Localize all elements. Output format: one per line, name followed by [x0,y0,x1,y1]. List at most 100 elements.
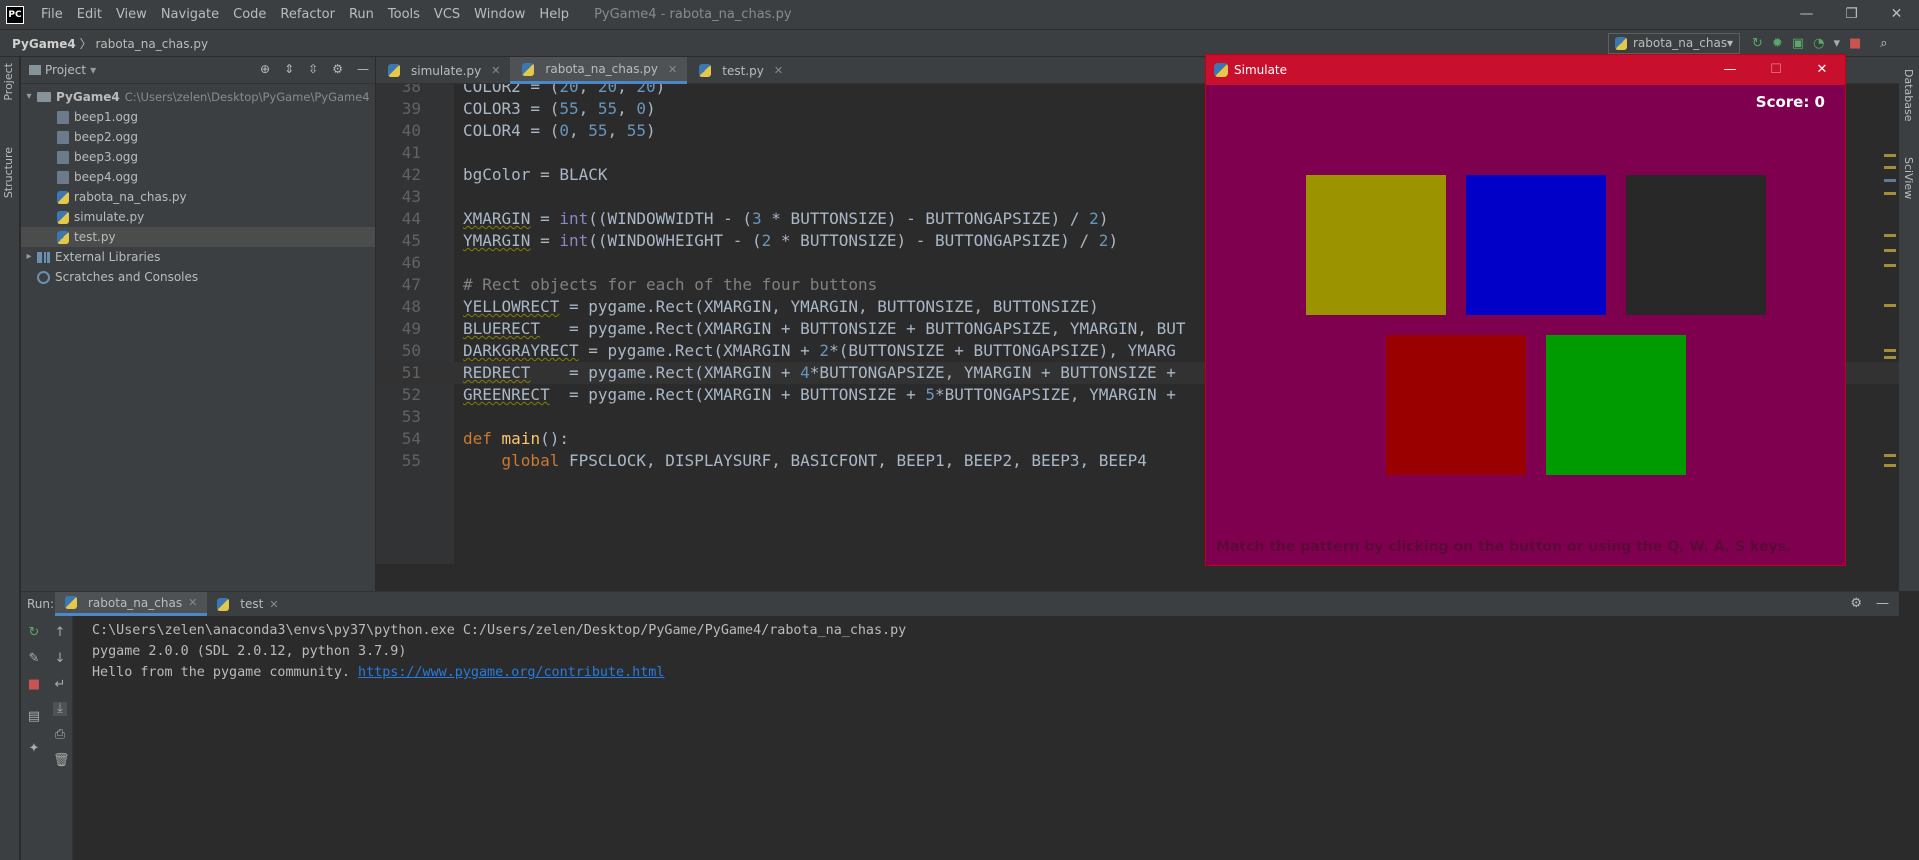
blue-game-button[interactable] [1466,175,1606,315]
external-libraries-label: External Libraries [55,250,161,264]
minimize-button[interactable]: — [1784,0,1829,29]
project-panel: Project ▾ ⊕ ⇕ ⇳ ⚙ — ▾ PyGame4 C:\Users\z… [21,57,375,591]
menu-edit[interactable]: Edit [70,0,109,29]
yellow-game-button[interactable] [1306,175,1446,315]
code-text: def main(): [463,429,569,448]
project-tool-tab[interactable]: Project [2,63,15,101]
tree-root[interactable]: ▾ PyGame4 C:\Users\zelen\Desktop\PyGame\… [21,87,375,107]
line-number: 53 [401,407,421,426]
run-tab[interactable]: rabota_na_chas ✕ [55,592,208,616]
tree-external-libraries[interactable]: ▸ External Libraries [21,247,375,267]
arrow-down-icon[interactable]: ↓ [53,652,67,666]
hide-icon[interactable]: — [1876,596,1889,611]
editor-tab[interactable]: rabota_na_chas.py ✕ [510,57,688,84]
print-icon[interactable]: ⎙ [53,728,67,742]
tree-file-item[interactable]: beep3.ogg [21,147,375,167]
close-tab-icon[interactable]: ✕ [774,64,783,77]
tree-file-item[interactable]: test.py [21,227,375,247]
scroll-to-end-icon[interactable]: ⤓ [53,702,67,716]
hide-icon[interactable]: — [357,62,369,76]
editor-tab[interactable]: test.py ✕ [687,57,793,84]
structure-tool-tab[interactable]: Structure [2,147,15,198]
sim-maximize-button: ☐ [1770,62,1782,77]
locate-icon[interactable]: ⊕ [260,62,270,76]
close-button[interactable]: ✕ [1874,0,1919,29]
profile-icon[interactable]: ◔ [1813,34,1824,53]
run-tab[interactable]: test ✕ [207,592,288,616]
tree-file-item[interactable]: simulate.py [21,207,375,227]
more-run-icon[interactable]: ▾ [1833,34,1840,53]
database-tool-tab[interactable]: Database [1902,69,1915,122]
stop-icon[interactable]: ■ [27,678,41,692]
breadcrumb-file[interactable]: rabota_na_chas.py [95,37,208,51]
sim-close-button[interactable]: ✕ [1799,55,1845,85]
rerun-icon[interactable]: ↻ [27,626,41,640]
editor-tab[interactable]: simulate.py ✕ [376,57,510,84]
chevron-right-icon[interactable]: ▸ [21,247,37,267]
restore-button[interactable]: ❐ [1829,0,1874,29]
trash-icon[interactable]: 🗑 [53,754,70,768]
red-game-button[interactable] [1386,335,1526,475]
debug-icon[interactable]: ✹ [1772,34,1783,53]
line-number: 46 [401,253,421,272]
chevron-down-icon[interactable]: ▾ [21,87,37,107]
sim-minimize-button[interactable]: — [1707,55,1753,85]
sciview-tool-tab[interactable]: SciView [1902,157,1915,199]
collapse-all-icon[interactable]: ⇳ [308,62,318,76]
breadcrumb-project[interactable]: PyGame4 [12,37,76,51]
layout-icon[interactable]: ▤ [27,710,41,724]
tree-scratches[interactable]: Scratches and Consoles [21,267,375,287]
breadcrumb: PyGame4 〉 rabota_na_chas.py [0,35,208,52]
coverage-icon[interactable]: ▣ [1792,34,1804,53]
gear-icon[interactable]: ⚙ [1850,596,1862,611]
run-configuration-select[interactable]: rabota_na_chas [1608,33,1740,54]
main-menu: File Edit View Navigate Code Refactor Run Tools… [34,0,576,29]
wrench-icon[interactable]: ✎ [27,652,41,666]
menu-view[interactable]: View [109,0,154,29]
code-text: YMARGIN = int((WINDOWHEIGHT - (2 * BUTTO… [463,231,1119,250]
score-label: Score: 0 [1755,93,1825,111]
arrow-up-icon[interactable]: ↑ [53,626,67,640]
simulate-title-bar[interactable]: Simulate — ☐ ✕ [1206,55,1845,85]
menu-vcs[interactable]: VCS [427,0,467,29]
console-output[interactable]: C:\Users\zelen\anaconda3\envs\py37\pytho… [92,620,906,683]
soft-wrap-icon[interactable]: ↵ [53,678,67,692]
search-everywhere-icon[interactable]: ⌕ [1880,34,1887,53]
pin-icon[interactable]: ✦ [27,742,41,756]
menu-code[interactable]: Code [226,0,273,29]
stop-icon[interactable]: ■ [1849,34,1861,53]
gear-icon[interactable]: ⚙ [332,62,343,76]
code-text: REDRECT = pygame.Rect(XMARGIN + 4*BUTTON… [463,363,1176,382]
tree-file-item[interactable]: beep4.ogg [21,167,375,187]
run-icon[interactable]: ↻ [1752,34,1763,53]
tree-file-item[interactable]: beep2.ogg [21,127,375,147]
tree-file-item[interactable]: rabota_na_chas.py [21,187,375,207]
green-game-button[interactable] [1546,335,1686,475]
error-stripe[interactable] [1884,134,1896,484]
pygame-contribute-link[interactable]: https://www.pygame.org/contribute.html [358,665,664,680]
title-bar: PC File Edit View Navigate Code Refactor Run To… [0,0,1919,29]
tree-file-item[interactable]: beep1.ogg [21,107,375,127]
menu-tools[interactable]: Tools [381,0,427,29]
expand-all-icon[interactable]: ⇕ [284,62,294,76]
darkgray-game-button[interactable] [1626,175,1766,315]
close-tab-icon[interactable]: ✕ [188,596,197,609]
close-tab-icon[interactable]: ✕ [668,63,677,76]
menu-navigate[interactable]: Navigate [154,0,226,29]
editor-tab-label: rabota_na_chas.py [545,62,659,76]
close-tab-icon[interactable]: ✕ [491,64,500,77]
chevron-down-icon[interactable]: ▾ [90,63,96,77]
project-view-icon [29,65,41,75]
menu-refactor[interactable]: Refactor [273,0,342,29]
menu-run[interactable]: Run [342,0,381,29]
menu-help[interactable]: Help [532,0,576,29]
menu-window[interactable]: Window [467,0,532,29]
run-tab-label: rabota_na_chas [88,595,183,610]
menu-file[interactable]: File [34,0,70,29]
code-text: COLOR4 = (0, 55, 55) [463,121,656,140]
simulate-game-window[interactable]: Simulate — ☐ ✕ Score: 0 Match the patter… [1205,54,1846,566]
project-panel-title[interactable]: Project [45,63,86,77]
line-number: 51 [401,363,421,382]
line-number: 52 [401,385,421,404]
close-tab-icon[interactable]: ✕ [269,598,278,611]
